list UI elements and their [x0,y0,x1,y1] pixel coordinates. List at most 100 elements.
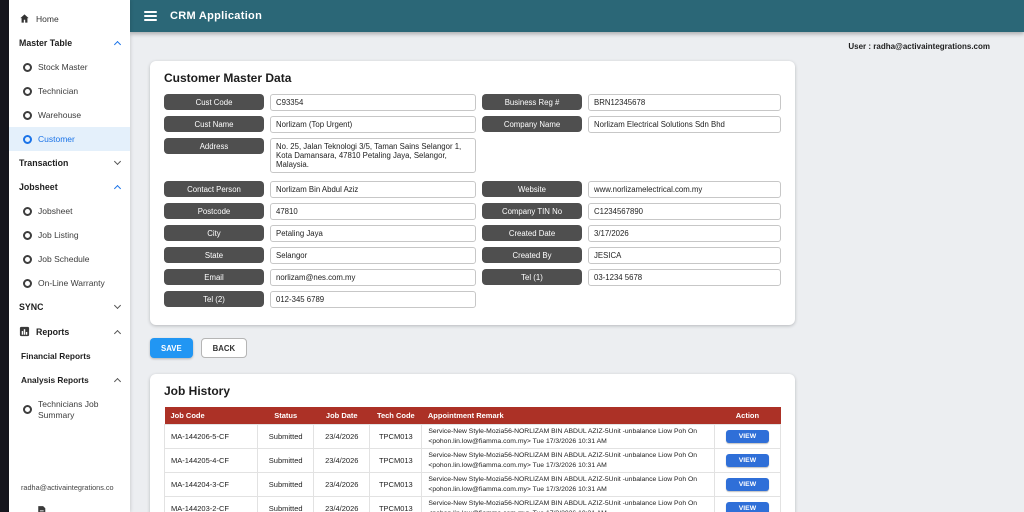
form-row: Contact Person Norlizam Bin Abdul Aziz W… [164,181,781,198]
sidebar-item-technicians-job-summary[interactable]: Technicians Job Summary [9,392,130,427]
bullet-circle-icon [23,278,32,288]
view-button[interactable]: VIEW [725,454,770,468]
field-label-company-tin: Company TIN No [482,203,582,219]
col-tech-code: Tech Code [369,407,422,425]
sidebar-footer-email: radha@activaintegrations.co [21,483,114,492]
main-area: CRM Application User : radha@activainteg… [130,0,1024,512]
remark-cell: Service-New Style-Mozia56-NORLIZAM BIN A… [421,448,715,474]
document-icon [35,505,48,512]
remark-cell: Service-New Style-Mozia56-NORLIZAM BIN A… [421,496,715,512]
view-button[interactable]: VIEW [725,502,770,512]
field-label-website: Website [482,181,582,197]
status-cell: Submitted [257,448,315,474]
field-label-tel-1: Tel (1) [482,269,582,285]
sidebar-section-jobsheet[interactable]: Jobsheet [9,175,130,199]
field-value-cust-name[interactable]: Norlizam (Top Urgent) [270,116,476,133]
sidebar-item-label: Technicians Job Summary [38,399,99,420]
field-label-tel-2: Tel (2) [164,291,264,307]
left-edge-strip [0,0,9,512]
view-button[interactable]: VIEW [725,430,770,444]
field-value-address[interactable]: No. 25, Jalan Teknologi 3/5, Taman Sains… [270,138,476,173]
sidebar-item-label: Jobsheet [38,206,73,216]
sidebar-section-analysis-reports[interactable]: Analysis Reports [9,368,130,392]
field-value-tel-2[interactable]: 012-345 6789 [270,291,476,308]
sidebar-section-label: Jobsheet [19,182,58,192]
col-job-date: Job Date [313,407,370,425]
sidebar-item-label: On-Line Warranty [38,278,105,288]
field-value-city[interactable]: Petaling Jaya [270,225,476,242]
sidebar-item-customer[interactable]: Customer [9,127,130,151]
sidebar-section-transaction[interactable]: Transaction [9,151,130,175]
sidebar-item-job-schedule[interactable]: Job Schedule [9,247,130,271]
field-label-postcode: Postcode [164,203,264,219]
sidebar-section-label: Financial Reports [21,351,91,361]
field-value-company-name[interactable]: Norlizam Electrical Solutions Sdn Bhd [588,116,781,133]
sidebar-item-jobsheet[interactable]: Jobsheet [9,199,130,223]
field-label-business-reg: Business Reg # [482,94,582,110]
chevron-up-icon [113,329,122,337]
field-label-company-name: Company Name [482,116,582,132]
sidebar-item-label: Job Schedule [38,254,90,264]
remark-line-1: Service-New Style-Mozia56-NORLIZAM BIN A… [428,452,698,460]
sidebar-section-label: Reports [36,326,70,337]
app-header: CRM Application [130,0,1024,32]
chevron-up-icon [113,184,122,193]
menu-icon[interactable] [144,10,157,22]
remark-line-1: Service-New Style-Mozia56-NORLIZAM BIN A… [428,428,698,435]
table-row: MA-144204-3-CF Submitted 23/4/2026 TPCM0… [163,472,782,498]
sidebar-section-financial-reports[interactable]: Financial Reports [9,344,130,368]
form-row: City Petaling Jaya Created Date 3/17/202… [164,225,781,242]
view-button[interactable]: VIEW [725,478,770,492]
sidebar-item-warehouse[interactable]: Warehouse [9,103,130,127]
field-value-company-tin[interactable]: C1234567890 [588,203,781,220]
field-label-cust-name: Cust Name [164,116,264,132]
sidebar-item-home[interactable]: Home [9,6,130,31]
bullet-circle-icon [23,86,32,96]
action-cell: VIEW [713,472,782,498]
field-value-website[interactable]: www.norlizamelectrical.com.my [588,181,781,198]
sidebar-item-online-warranty[interactable]: On-Line Warranty [9,271,130,295]
field-label-address: Address [164,138,264,154]
col-job-code: Job Code [164,407,258,425]
action-cell: VIEW [713,448,782,474]
sidebar-section-reports[interactable]: Reports [9,319,130,344]
col-status: Status [257,407,314,425]
sidebar-section-sync[interactable]: SYNC [9,295,130,319]
form-actions: SAVE BACK [150,338,1024,358]
remark-cell: Service-New Style-Mozia56-NORLIZAM BIN A… [421,423,715,450]
job-code-cell: MA-144203-2-CF [163,496,259,512]
form-row: Cust Code C93354 Business Reg # BRN12345… [164,94,781,111]
tech-code-cell: TPCM013 [369,423,423,450]
field-value-tel-1[interactable]: 03-1234 5678 [588,269,781,286]
field-value-created-date[interactable]: 3/17/2026 [588,225,781,242]
sidebar-item-stock-master[interactable]: Stock Master [9,55,130,79]
tech-code-cell: TPCM013 [369,448,423,474]
remark-line-2: <pohon.lin.low@fiamma.com.my> Tue 17/3/2… [428,461,607,469]
customer-master-card: Customer Master Data Cust Code C93354 Bu… [150,61,795,325]
sidebar-section-label: Master Table [19,38,73,48]
bullet-circle-icon [23,110,32,120]
field-value-email[interactable]: norlizam@nes.com.my [270,269,476,286]
tech-code-cell: TPCM013 [369,496,423,512]
remark-cell: Service-New Style-Mozia56-NORLIZAM BIN A… [421,472,715,498]
save-button[interactable]: SAVE [150,338,193,358]
bullet-circle-icon [23,134,32,144]
job-date-cell: 23/4/2026 [313,472,371,498]
field-value-cust-code[interactable]: C93354 [270,94,476,111]
field-value-contact-person[interactable]: Norlizam Bin Abdul Aziz [270,181,476,198]
status-cell: Submitted [257,496,315,512]
sidebar-item-label: Customer [38,134,75,144]
sidebar-section-label: Transaction [19,158,69,168]
field-value-state[interactable]: Selangor [270,247,476,264]
table-row: MA-144206-5-CF Submitted 23/4/2026 TPCM0… [163,423,782,450]
field-value-postcode[interactable]: 47810 [270,203,476,220]
job-date-cell: 23/4/2026 [313,496,371,512]
job-history-table: Job Code Status Job Date Tech Code Appoi… [163,407,782,512]
field-value-created-by[interactable]: JESICA [588,247,781,264]
sidebar-section-master-table[interactable]: Master Table [9,31,130,55]
field-label-email: Email [164,269,264,285]
field-value-business-reg[interactable]: BRN12345678 [588,94,781,111]
sidebar-item-job-listing[interactable]: Job Listing [9,223,130,247]
back-button[interactable]: BACK [200,338,248,358]
sidebar-item-technician[interactable]: Technician [9,79,130,103]
